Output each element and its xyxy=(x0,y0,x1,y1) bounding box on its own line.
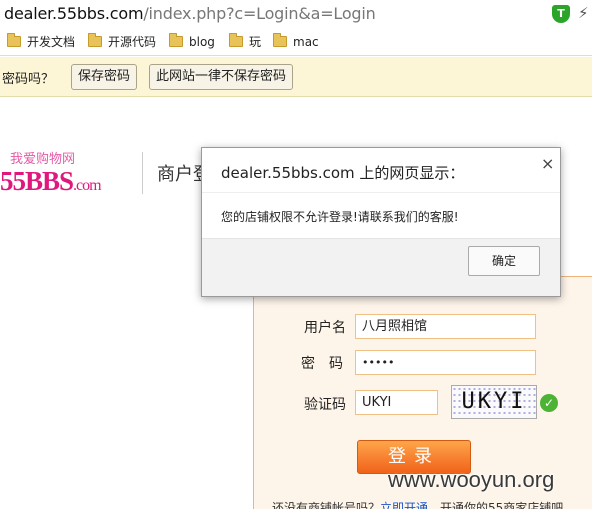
url-host: dealer.55bbs.com xyxy=(4,4,144,23)
url-text[interactable]: dealer.55bbs.com/index.php?c=Login&a=Log… xyxy=(4,4,376,23)
save-password-question: 密码吗？ xyxy=(2,72,55,87)
password-field[interactable]: ••••• xyxy=(355,350,536,375)
watermark: www.wooyun.org xyxy=(388,467,555,492)
lightning-icon[interactable]: ⚡ xyxy=(578,4,589,22)
captcha-field[interactable]: UKYI xyxy=(355,390,438,415)
bookmark-label: 开源代码 xyxy=(108,35,157,49)
url-path: /index.php?c=Login&a=Login xyxy=(143,4,376,23)
captcha-image[interactable]: UKYI xyxy=(451,385,537,419)
header-divider xyxy=(142,152,143,194)
bookmark-folder-mac[interactable]: mac xyxy=(273,33,319,51)
logo-brand: 55BBS xyxy=(0,166,74,196)
captcha-label: 验证码 xyxy=(304,397,346,413)
username-label: 用户名 xyxy=(304,320,346,336)
bookmark-label: mac xyxy=(293,35,319,49)
dialog-footer: 确定 xyxy=(202,238,560,296)
save-password-button[interactable]: 保存密码 xyxy=(71,64,138,90)
captcha-image-text: UKYI xyxy=(461,389,527,414)
bookmark-label: blog xyxy=(189,35,215,49)
folder-icon xyxy=(7,33,21,47)
register-suffix: ，开通你的55商家店铺吧。 xyxy=(428,501,576,509)
bookmark-folder-open-source[interactable]: 开源代码 xyxy=(88,33,156,51)
alert-dialog: dealer.55bbs.com 上的网页显示： × 您的店铺权限不允许登录!请… xyxy=(201,147,561,297)
bookmarks-bar: 开发文档 开源代码 blog 玩 mac xyxy=(0,28,592,56)
folder-icon xyxy=(229,33,243,47)
save-password-bar: 密码吗？ 保存密码 此网站一律不保存密码 xyxy=(0,57,592,97)
shield-icon[interactable]: T xyxy=(552,5,570,23)
logo-tagline: 我爱购物网 xyxy=(10,152,76,167)
register-link[interactable]: 立即开通 xyxy=(380,501,428,509)
check-icon: ✓ xyxy=(540,394,558,412)
register-prefix: 还没有商铺帐号吗？ xyxy=(272,501,381,509)
username-field[interactable]: 八月照相馆 xyxy=(355,314,536,339)
bookmark-folder-dev-docs[interactable]: 开发文档 xyxy=(7,33,75,51)
password-label: 密 码 xyxy=(301,356,343,372)
ok-button[interactable]: 确定 xyxy=(468,246,540,276)
bookmark-label: 开发文档 xyxy=(27,35,76,49)
folder-icon xyxy=(273,33,287,47)
dialog-body: 您的店铺权限不允许登录!请联系我们的客服! xyxy=(202,192,560,238)
site-logo[interactable]: 55BBS.com xyxy=(0,166,102,197)
folder-icon xyxy=(169,33,183,47)
bookmark-folder-play[interactable]: 玩 xyxy=(229,33,261,51)
dialog-title: dealer.55bbs.com 上的网页显示： xyxy=(221,164,465,182)
address-bar[interactable]: dealer.55bbs.com/index.php?c=Login&a=Log… xyxy=(0,0,592,28)
logo-suffix: .com xyxy=(73,177,102,194)
bookmark-label: 玩 xyxy=(249,35,262,49)
register-hint: 还没有商铺帐号吗？立即开通，开通你的55商家店铺吧。 xyxy=(272,499,575,509)
dialog-message: 您的店铺权限不允许登录!请联系我们的客服! xyxy=(221,210,459,224)
close-icon[interactable]: × xyxy=(541,154,554,173)
bookmark-folder-blog[interactable]: blog xyxy=(169,33,215,51)
never-save-password-button[interactable]: 此网站一律不保存密码 xyxy=(149,64,294,90)
folder-icon xyxy=(88,33,102,47)
browser-window: dealer.55bbs.com/index.php?c=Login&a=Log… xyxy=(0,0,592,509)
